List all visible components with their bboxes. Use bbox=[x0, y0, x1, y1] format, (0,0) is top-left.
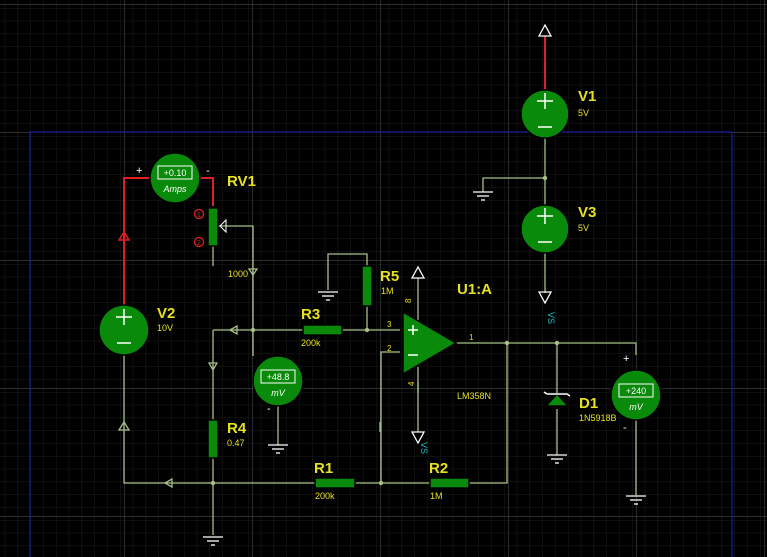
v2-ref: V2 bbox=[157, 305, 175, 322]
mv1-reading: +48.8 bbox=[267, 372, 290, 382]
ammeter-plus: + bbox=[136, 165, 142, 177]
mv1-minus: - bbox=[267, 403, 271, 415]
u1-value: LM358N bbox=[457, 391, 491, 401]
mv2-unit: mV bbox=[629, 402, 643, 412]
r5-ref: R5 bbox=[380, 268, 399, 285]
r3-ref: R3 bbox=[301, 306, 320, 323]
v3-ref: V3 bbox=[578, 204, 596, 221]
mv2-reading: +240 bbox=[626, 386, 646, 396]
r3-value: 200k bbox=[301, 338, 321, 348]
r2-value: 1M bbox=[430, 491, 443, 501]
mv2-minus: - bbox=[623, 422, 627, 434]
schematic-canvas[interactable]: V1 5V V3 5V V2 10V +0.10 Amps + - 1 2 RV… bbox=[0, 0, 767, 557]
svg-text:2: 2 bbox=[197, 240, 201, 247]
u1-pin-out: 1 bbox=[469, 333, 474, 342]
d1-value: 1N5918B bbox=[579, 413, 617, 423]
net-label-vs-v3: VS bbox=[546, 312, 556, 324]
r5-value: 1M bbox=[381, 286, 394, 296]
ammeter-reading: +0.10 bbox=[164, 168, 187, 178]
mv2-plus: + bbox=[623, 353, 629, 365]
v1-value: 5V bbox=[578, 108, 589, 118]
mv1-unit: mV bbox=[271, 388, 285, 398]
r4-ref: R4 bbox=[227, 420, 247, 437]
r1-value: 200k bbox=[315, 491, 335, 501]
d1-ref: D1 bbox=[579, 395, 598, 412]
u1-pin-vcc: 8 bbox=[404, 298, 413, 303]
r2-ref: R2 bbox=[429, 460, 448, 477]
ammeter-unit: Amps bbox=[162, 184, 187, 194]
u1-pin-minus: 2 bbox=[387, 344, 392, 353]
u1-pin-plus: 3 bbox=[387, 320, 392, 329]
svg-text:1: 1 bbox=[197, 212, 201, 219]
u1-ref: U1:A bbox=[457, 281, 492, 298]
r4-value: 0.47 bbox=[227, 438, 245, 448]
u1-pin-gnd: 4 bbox=[407, 381, 416, 386]
v3-value: 5V bbox=[578, 223, 589, 233]
net-label-vs-opamp: VS bbox=[419, 442, 429, 454]
rv1-value: 1000 bbox=[228, 269, 248, 279]
v1-ref: V1 bbox=[578, 88, 596, 105]
ammeter-minus: - bbox=[206, 165, 210, 177]
v2-value: 10V bbox=[157, 323, 173, 333]
rv1-ref: RV1 bbox=[227, 173, 256, 190]
r1-ref: R1 bbox=[314, 460, 333, 477]
